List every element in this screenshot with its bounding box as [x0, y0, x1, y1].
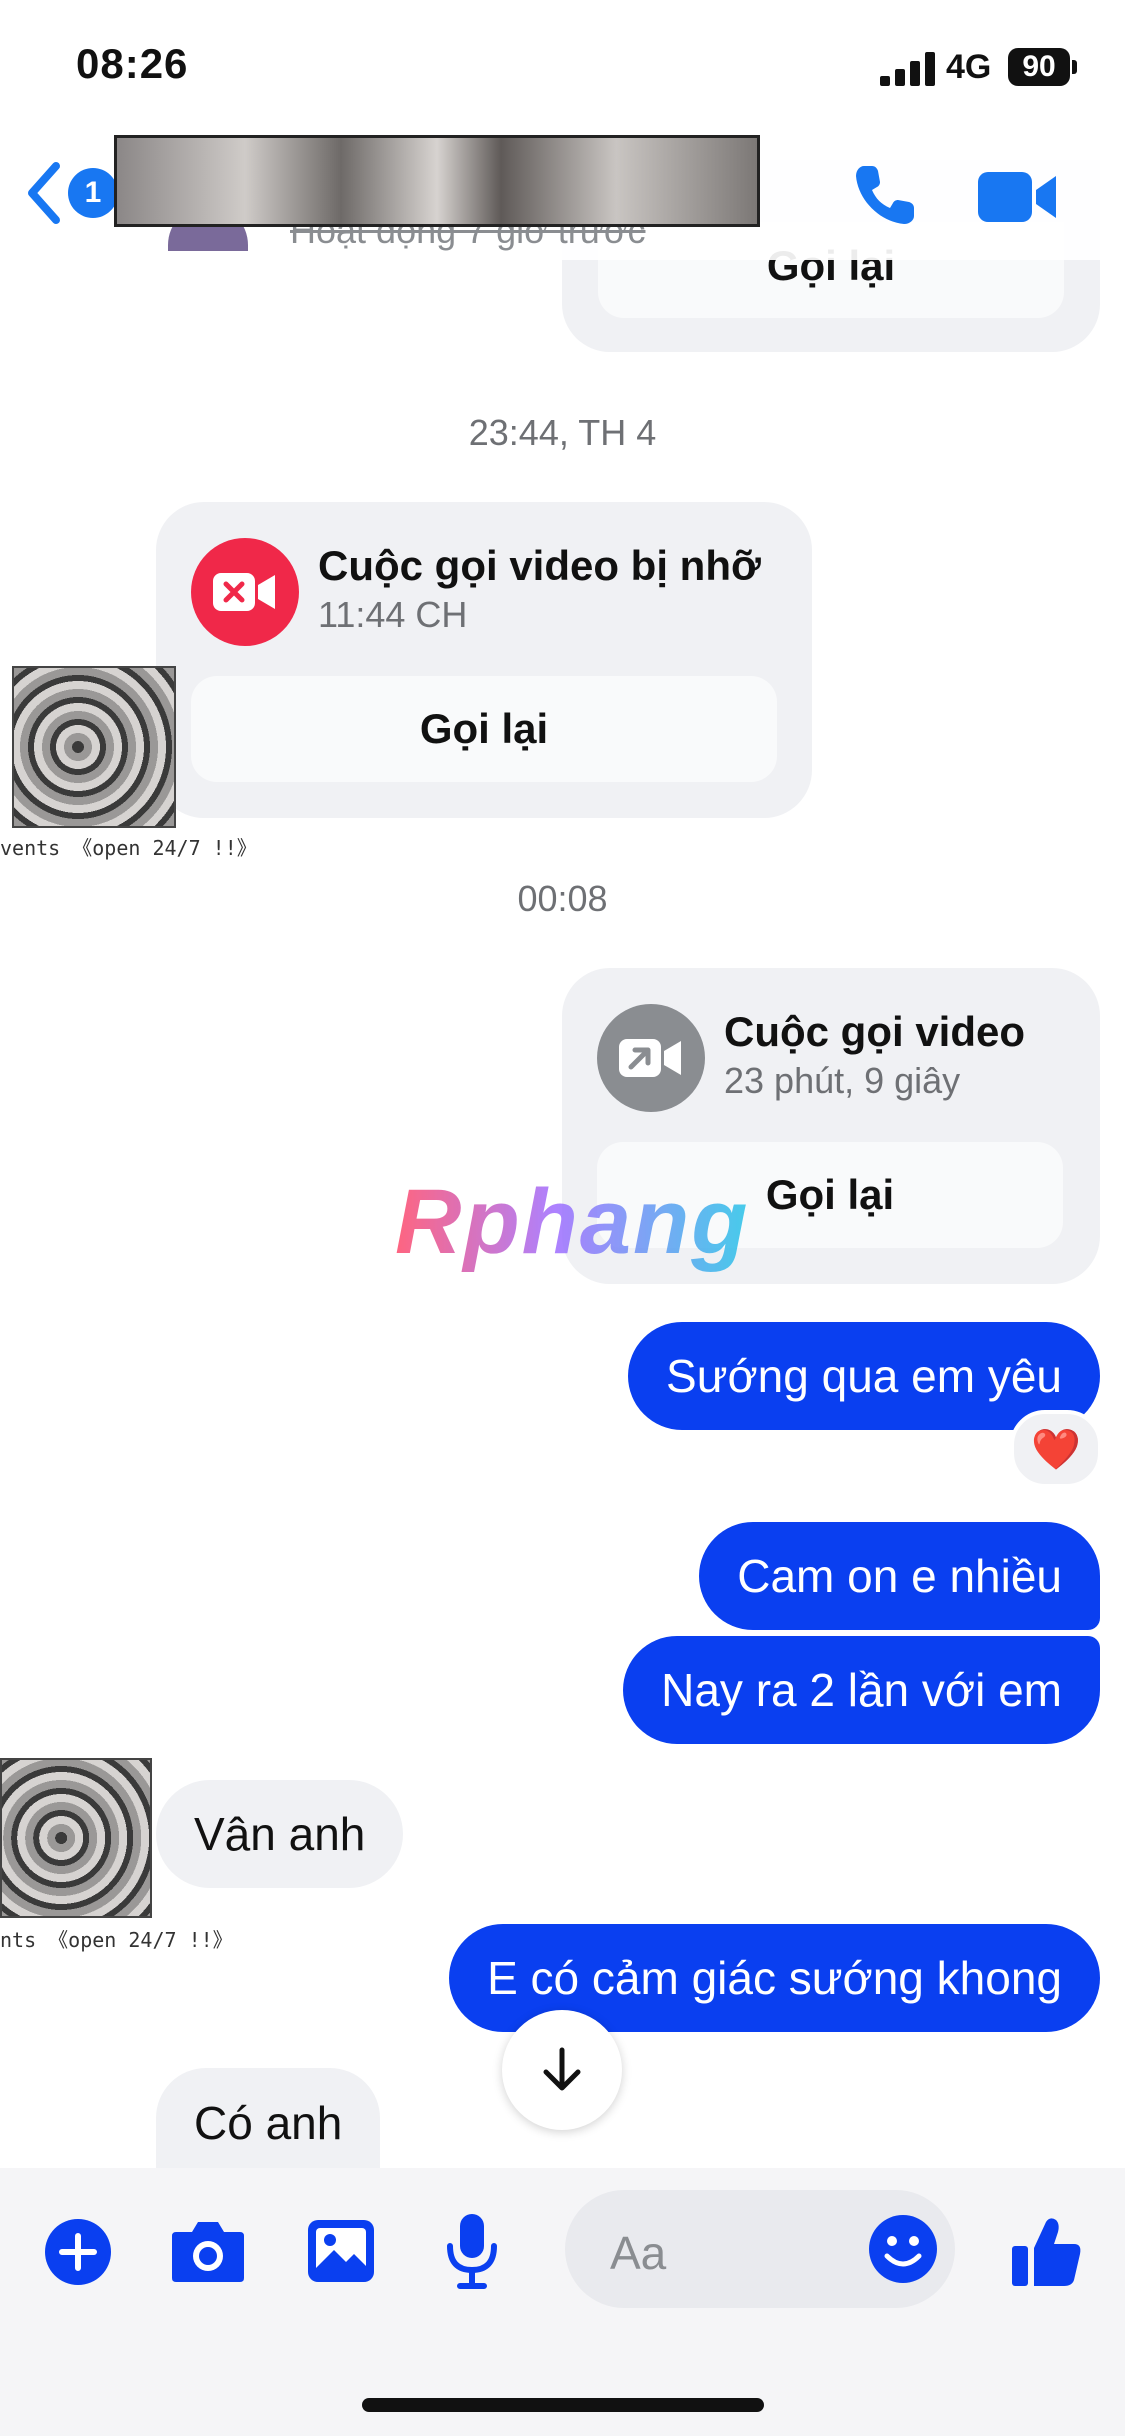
- missed-call-title: Cuộc gọi video bị nhỡ: [318, 542, 761, 589]
- timestamp: 23:44, TH 4: [468, 412, 657, 453]
- message-input-placeholder: Aa: [610, 2227, 667, 2279]
- network-label: 4G: [946, 48, 992, 86]
- missed-call-time: 11:44 CH: [318, 594, 468, 635]
- missed-video-call-icon: [191, 538, 299, 646]
- outgoing-message[interactable]: Cam on e nhiều: [699, 1522, 1100, 1630]
- camera-icon[interactable]: [170, 2218, 246, 2284]
- status-time: 08:26: [76, 40, 189, 87]
- missed-call-back-button[interactable]: Gọi lại: [191, 676, 777, 782]
- video-call-icon[interactable]: [978, 168, 1058, 226]
- incoming-message[interactable]: Vân anh: [156, 1780, 404, 1888]
- composer-bar: [0, 2168, 1125, 2436]
- signal-icon: [880, 52, 935, 86]
- incoming-message[interactable]: Có anh: [156, 2068, 381, 2168]
- emoji-icon[interactable]: [868, 2214, 938, 2284]
- timestamp: 00:08: [517, 878, 608, 919]
- unread-badge[interactable]: 1: [68, 168, 118, 218]
- contact-name-redacted[interactable]: [114, 135, 760, 227]
- watermark-logo: Rphang: [395, 1171, 750, 1273]
- plus-icon[interactable]: [44, 2218, 112, 2286]
- thumbs-up-icon[interactable]: [1010, 2214, 1082, 2288]
- battery-nub: [1072, 60, 1077, 74]
- phone-call-icon[interactable]: [850, 160, 920, 230]
- home-indicator: [362, 2398, 764, 2412]
- sender-avatar[interactable]: [0, 1758, 152, 1918]
- battery-icon: 90: [1008, 48, 1070, 86]
- video-call-title: Cuộc gọi video: [724, 1008, 1026, 1055]
- photo-gallery-icon[interactable]: [306, 2218, 376, 2284]
- heart-reaction-icon[interactable]: ❤️: [1010, 1410, 1102, 1488]
- sender-avatar[interactable]: [12, 666, 176, 828]
- avatar-caption: nts 《open 24/7 !!》: [0, 1928, 233, 1952]
- scroll-to-bottom-button[interactable]: [502, 2010, 622, 2130]
- back-chevron-icon[interactable]: [22, 160, 66, 226]
- avatar-caption: vents 《open 24/7 !!》: [0, 836, 257, 860]
- microphone-icon[interactable]: [446, 2212, 498, 2290]
- video-call-duration: 23 phút, 9 giây: [724, 1060, 961, 1101]
- arrow-down-icon: [543, 2047, 581, 2091]
- outgoing-message[interactable]: Nay ra 2 lần với em: [623, 1636, 1100, 1744]
- outgoing-video-call-icon: [597, 1004, 705, 1112]
- battery-level: 90: [1022, 50, 1056, 83]
